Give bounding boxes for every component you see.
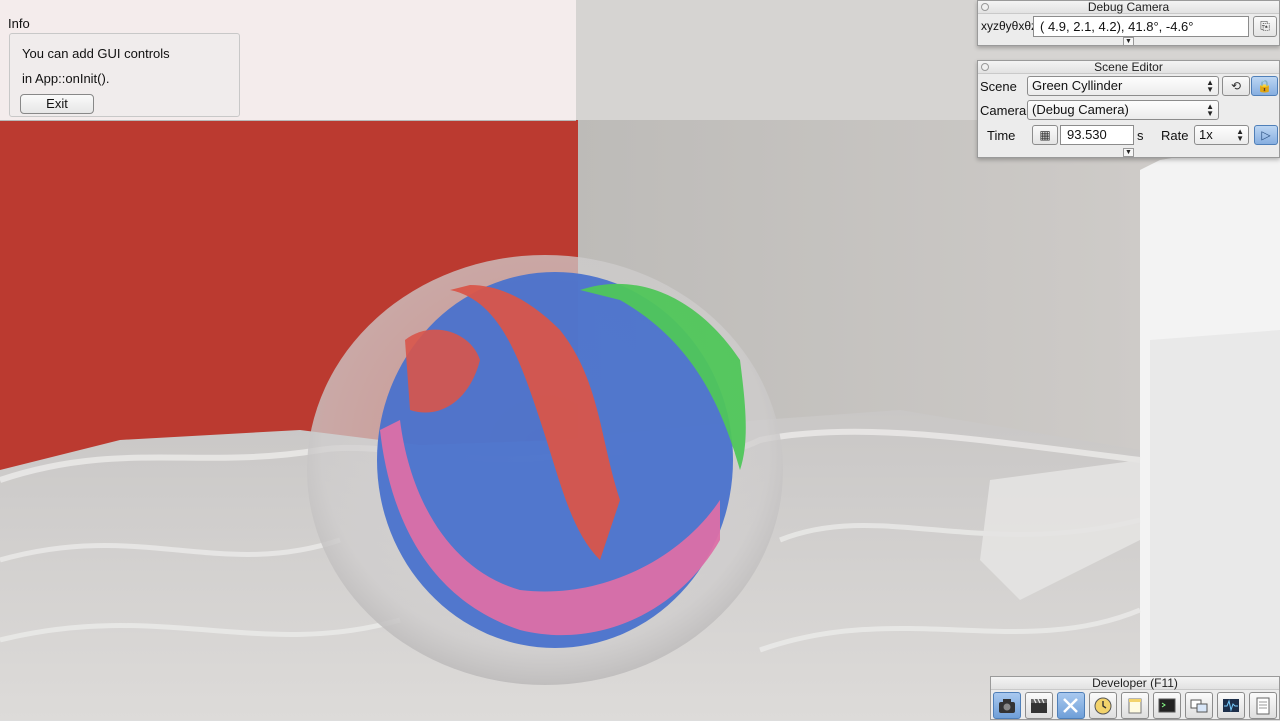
coords-label: xyzθyθxθz bbox=[981, 19, 1038, 33]
play-icon[interactable]: ▷ bbox=[1254, 125, 1278, 145]
scene-select[interactable]: Green Cyllinder ▲ ▼ bbox=[1027, 76, 1219, 96]
select-arrows-icon: ▲ ▼ bbox=[1206, 102, 1214, 118]
camera-label: Camera bbox=[980, 103, 1027, 118]
scene-label: Scene bbox=[980, 79, 1017, 94]
camera-link-icon[interactable]: ⎘ bbox=[1253, 16, 1277, 37]
waveform-icon[interactable] bbox=[1217, 692, 1245, 719]
camera-coords-field[interactable]: ( 4.9, 2.1, 4.2), 41.8°, -4.6° bbox=[1033, 16, 1249, 37]
developer-toolbar: Developer (F11) bbox=[990, 676, 1280, 720]
time-label: Time bbox=[987, 128, 1016, 143]
rate-label: Rate bbox=[1161, 128, 1189, 143]
select-arrows-icon: ▲ ▼ bbox=[1236, 127, 1244, 143]
window-icon[interactable] bbox=[1185, 692, 1213, 719]
window-close-dot[interactable] bbox=[981, 3, 989, 11]
scene-editor-title[interactable]: Scene Editor bbox=[978, 61, 1279, 74]
camera-icon[interactable] bbox=[993, 692, 1021, 719]
camera-select-value: (Debug Camera) bbox=[1032, 102, 1129, 117]
terminal-icon[interactable] bbox=[1153, 692, 1181, 719]
info-title: Info bbox=[8, 16, 30, 31]
clock-icon[interactable] bbox=[1089, 692, 1117, 719]
info-line-2: in App::onInit(). bbox=[22, 71, 110, 86]
exit-button[interactable]: Exit bbox=[20, 94, 94, 114]
tools-icon[interactable] bbox=[1057, 692, 1085, 719]
chevron-down-icon[interactable]: ▼ bbox=[1123, 148, 1134, 157]
developer-title[interactable]: Developer (F11) bbox=[991, 677, 1279, 690]
time-field[interactable]: 93.530 bbox=[1060, 125, 1134, 145]
note-icon[interactable] bbox=[1121, 692, 1149, 719]
debug-camera-title[interactable]: Debug Camera bbox=[978, 1, 1279, 14]
rate-select-value: 1x bbox=[1199, 127, 1213, 142]
info-line-1: You can add GUI controls bbox=[22, 46, 170, 61]
time-unit: s bbox=[1137, 128, 1144, 143]
window-close-dot[interactable] bbox=[981, 63, 989, 71]
film-clapper-icon[interactable] bbox=[1025, 692, 1053, 719]
lock-icon[interactable]: 🔒 bbox=[1251, 76, 1278, 96]
debug-camera-window: Debug Camera xyzθyθxθz ( 4.9, 2.1, 4.2),… bbox=[977, 0, 1280, 46]
select-arrows-icon: ▲ ▼ bbox=[1206, 78, 1214, 94]
film-strip-icon[interactable]: ▦ bbox=[1032, 125, 1058, 145]
scene-select-value: Green Cyllinder bbox=[1032, 78, 1123, 93]
rate-select[interactable]: 1x ▲ ▼ bbox=[1194, 125, 1249, 145]
scene-editor-window: Scene Editor Scene Green Cyllinder ▲ ▼ ⟲ … bbox=[977, 60, 1280, 158]
camera-select[interactable]: (Debug Camera) ▲ ▼ bbox=[1027, 100, 1219, 120]
chevron-down-icon[interactable]: ▼ bbox=[1123, 37, 1134, 46]
info-message-box: You can add GUI controls in App::onInit(… bbox=[9, 33, 240, 117]
document-icon[interactable] bbox=[1249, 692, 1277, 719]
reload-scene-button[interactable]: ⟲ bbox=[1222, 76, 1250, 96]
info-panel: Info You can add GUI controls in App::on… bbox=[0, 0, 576, 121]
